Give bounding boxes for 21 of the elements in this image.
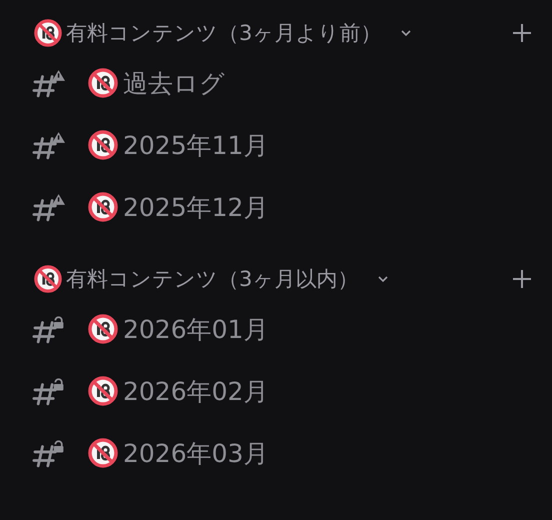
channel-name[interactable]: 2025年12月 [123, 190, 268, 224]
channel-name[interactable]: 過去ログ [123, 66, 225, 100]
channel-name[interactable]: 2026年03月 [123, 436, 268, 470]
hash-warning-icon [32, 192, 68, 222]
no-under-18-icon [34, 265, 62, 293]
no-under-18-icon [88, 438, 118, 468]
hash-warning-icon [32, 68, 68, 98]
category-name[interactable]: 有料コンテンツ（3ヶ月より前） [66, 19, 382, 47]
add-channel-icon[interactable] [512, 23, 532, 43]
hash-warning-icon [32, 130, 68, 160]
channel-name[interactable]: 2025年11月 [123, 128, 268, 162]
add-channel-icon[interactable] [512, 269, 532, 289]
channel-name[interactable]: 2026年01月 [123, 312, 268, 346]
no-under-18-icon [88, 192, 118, 222]
no-under-18-icon [88, 376, 118, 406]
no-under-18-icon [88, 130, 118, 160]
no-under-18-icon [34, 19, 62, 47]
no-under-18-icon [88, 68, 118, 98]
channel-name[interactable]: 2026年02月 [123, 374, 268, 408]
no-under-18-icon [88, 314, 118, 344]
category-name[interactable]: 有料コンテンツ（3ヶ月以内） [66, 265, 358, 293]
